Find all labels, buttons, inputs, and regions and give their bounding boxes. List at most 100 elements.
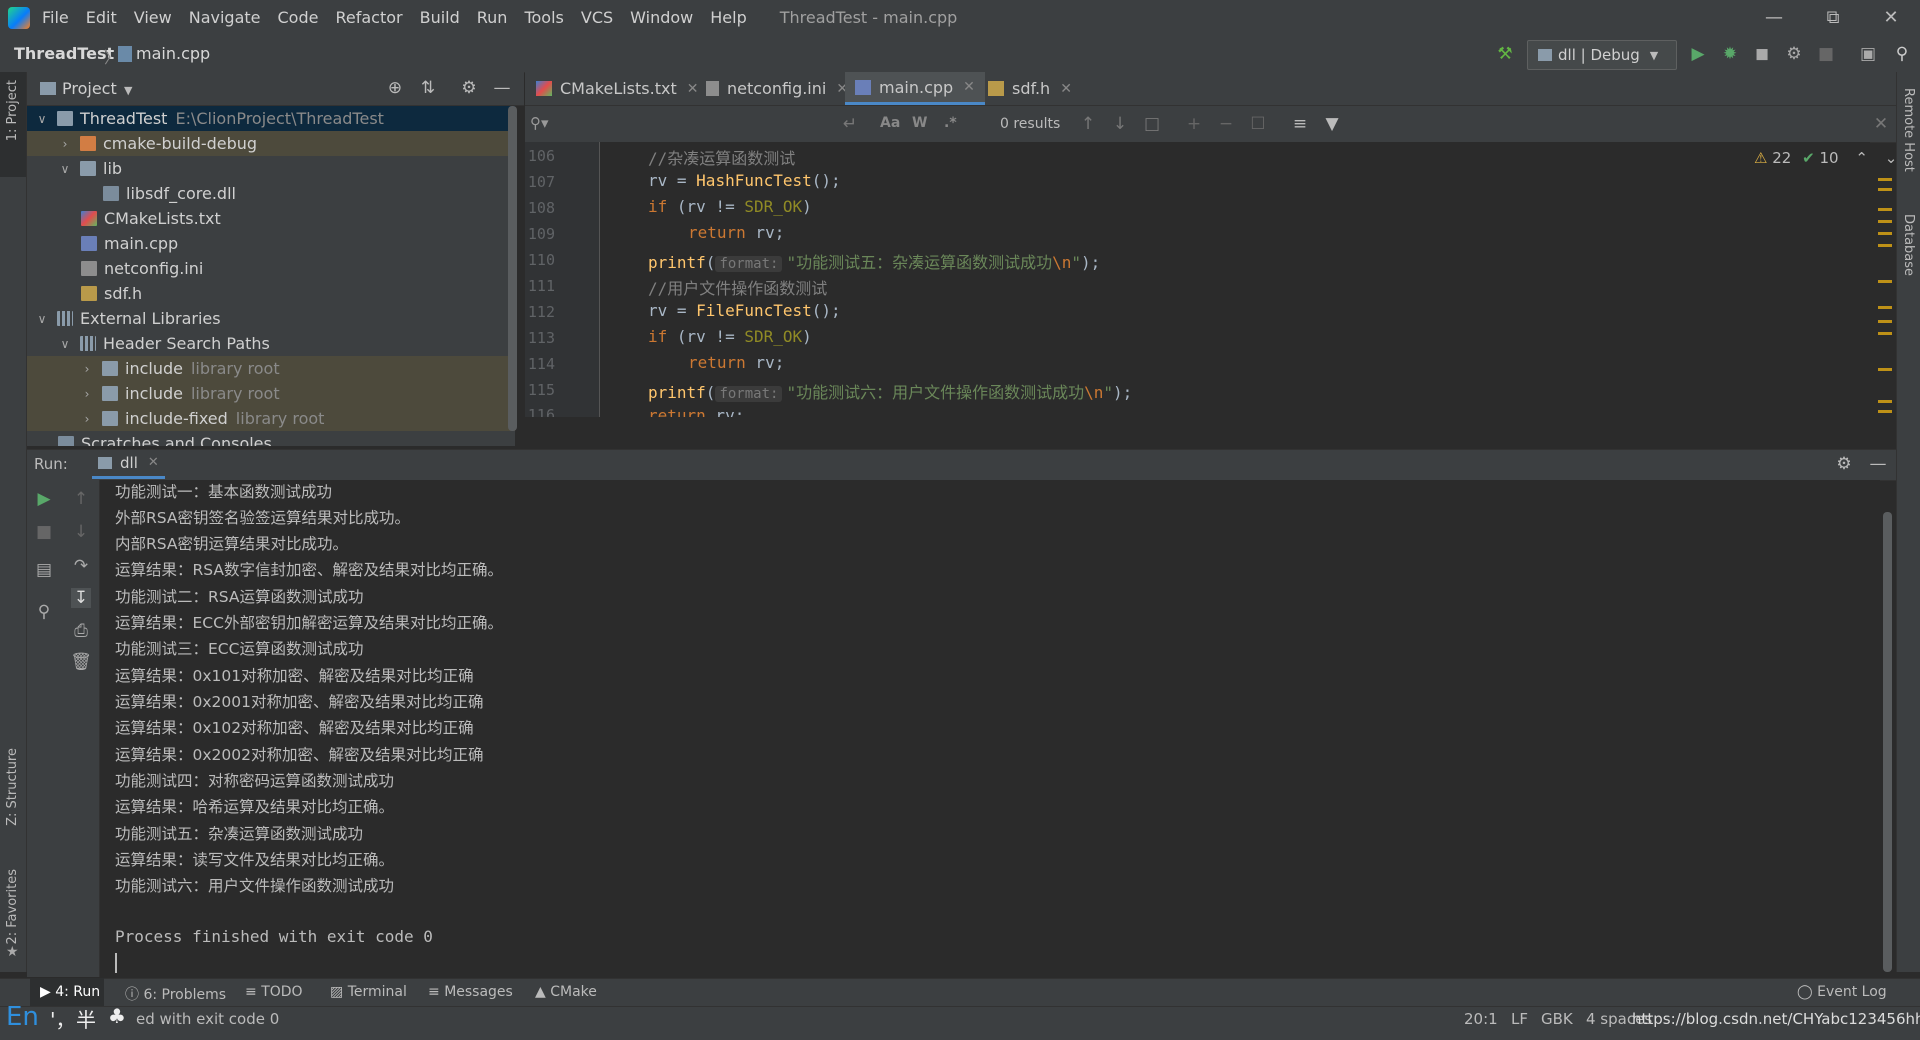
menu-tools[interactable]: Tools [524,8,563,27]
tree-item-sdf-h[interactable]: sdf.h [27,281,515,306]
tree-item-include[interactable]: › include library root [27,381,515,406]
breadcrumb-file[interactable]: main.cpp [136,44,210,63]
ime-halfwidth-indicator[interactable]: 半 [76,1004,96,1033]
remove-occurrence-icon[interactable]: − [1216,114,1236,134]
stop-icon[interactable]: ■ [34,522,54,542]
run-tool-tab[interactable]: ▶ 4: Run [40,984,100,1000]
tree-item-scratches[interactable]: Scratches and Consoles [27,431,515,446]
warning-marker[interactable] [1878,232,1892,235]
regex-toggle[interactable]: .* [944,115,957,131]
tree-item-cmakelists[interactable]: CMakeLists.txt [27,206,515,231]
chevron-down-icon[interactable]: ∨ [58,162,72,176]
new-line-icon[interactable]: ↵ [840,114,860,134]
stop-icon[interactable]: ■ [1816,44,1836,64]
chevron-down-icon[interactable]: ∨ [35,312,49,326]
warning-marker[interactable] [1878,178,1892,181]
favorites-tool-tab[interactable]: 2: Favorites [5,869,20,945]
messages-tool-tab[interactable]: ≡ Messages [428,984,513,1000]
search-icon[interactable]: ⚲▾ [530,114,549,132]
tab-netconfig[interactable]: netconfig.ini ✕ [700,72,854,105]
menu-help[interactable]: Help [710,8,746,27]
hide-icon[interactable]: — [1868,454,1888,474]
tree-item-threadtest[interactable]: ∨ ThreadTest E:\ClionProject\ThreadTest [27,106,515,131]
tree-item-libsdf-core-dll[interactable]: libsdf_core.dll [27,181,515,206]
project-tool-tab[interactable]: 1: Project [5,80,20,141]
run-tab-dll[interactable]: dll ✕ [92,449,165,479]
chevron-right-icon[interactable]: › [58,137,72,151]
filter-options-icon[interactable]: ≡ [1290,114,1310,134]
tab-cmakelists[interactable]: CMakeLists.txt ✕ [530,72,704,105]
chevron-right-icon[interactable]: › [80,362,94,376]
run-icon[interactable]: ▶ [1688,44,1708,64]
trash-icon[interactable]: 🗑 [70,652,92,672]
warning-marker[interactable] [1878,320,1892,323]
tree-item-include[interactable]: › include library root [27,356,515,381]
restore-icon[interactable]: ⧉ [1810,0,1856,35]
warning-marker[interactable] [1878,280,1892,283]
warning-marker[interactable] [1878,244,1892,247]
print-icon[interactable]: ⎙ [71,621,91,641]
ime-english-indicator[interactable]: En [6,1002,39,1032]
line-separator[interactable]: LF [1511,1010,1528,1028]
rerun-icon[interactable]: ▶ [34,489,54,509]
event-log-tab[interactable]: ◯ Event Log [1797,984,1887,1000]
search-everywhere-icon[interactable]: ⚲ [1892,44,1912,64]
match-case-toggle[interactable]: Aa [880,115,900,131]
problems-tool-tab[interactable]: ⓘ 6: Problems [125,984,226,1004]
arrow-down-icon[interactable]: ↓ [1110,114,1130,134]
menu-run[interactable]: Run [477,8,508,27]
filter-icon[interactable]: ▼ [1322,114,1342,134]
console-scrollbar[interactable] [1883,512,1892,972]
tree-item-lib[interactable]: ∨ lib [27,156,515,181]
chevron-down-icon[interactable]: ▼ [124,84,132,97]
warning-marker[interactable] [1878,220,1892,223]
select-all-occurrences-icon[interactable]: ☐ [1248,114,1268,134]
profile-icon[interactable]: ⚙ [1784,44,1804,64]
hide-icon[interactable]: — [492,78,512,98]
chevron-down-icon[interactable]: ∨ [58,337,72,351]
chevron-up-icon[interactable]: ⌃ [1855,149,1868,167]
project-scrollbar[interactable] [508,106,517,431]
layout-icon[interactable]: ▣ [1858,44,1878,64]
whole-word-toggle[interactable]: W [912,115,927,131]
menu-build[interactable]: Build [420,8,460,27]
menu-window[interactable]: Window [630,8,693,27]
tab-main-cpp[interactable]: main.cpp ✕ [845,72,985,105]
arrow-down-icon[interactable]: ↓ [71,522,91,542]
breadcrumb-project[interactable]: ThreadTest [14,44,114,63]
caret-position[interactable]: 20:1 [1464,1010,1498,1028]
menu-file[interactable]: File [42,8,69,27]
warning-marker[interactable] [1878,410,1892,413]
minimize-icon[interactable]: — [1751,0,1797,35]
structure-tool-tab[interactable]: Z: Structure [5,748,20,826]
pin-icon[interactable]: ⚲ [34,602,54,622]
arrow-up-icon[interactable]: ↑ [1078,114,1098,134]
warning-marker[interactable] [1878,332,1892,335]
locate-icon[interactable]: ⊕ [385,78,405,98]
warning-marker[interactable] [1878,208,1892,211]
build-hammer-icon[interactable]: ⚒ [1495,44,1515,64]
run-configuration-select[interactable]: dll | Debug ▼ [1527,40,1677,70]
project-panel-title[interactable]: Project [62,79,117,98]
coverage-icon[interactable]: ◼ [1752,44,1772,64]
menu-code[interactable]: Code [278,8,319,27]
close-icon[interactable]: ✕ [1868,0,1914,35]
database-tool-tab[interactable]: Database [1901,214,1916,276]
todo-tool-tab[interactable]: ≡ TODO [245,984,303,1000]
tree-item-include-fixed[interactable]: › include-fixed library root [27,406,515,431]
debug-icon[interactable]: ✹ [1720,44,1740,64]
restore-layout-icon[interactable]: ▤ [34,560,54,580]
ime-punctuation-indicator[interactable]: '， [50,1004,76,1033]
scroll-to-end-icon[interactable]: ↧ [71,588,91,608]
select-all-icon[interactable]: □ [1142,114,1162,134]
add-occurrence-icon[interactable]: + [1184,114,1204,134]
tree-item-main-cpp[interactable]: main.cpp [27,231,515,256]
close-icon[interactable]: ✕ [687,81,699,97]
warning-marker[interactable] [1878,400,1892,403]
tree-item-netconfig-ini[interactable]: netconfig.ini [27,256,515,281]
close-icon[interactable]: ✕ [148,455,159,470]
tree-item-external-libraries[interactable]: ∨ External Libraries [27,306,515,331]
gear-icon[interactable]: ⚙ [459,78,479,98]
menu-edit[interactable]: Edit [86,8,117,27]
warning-marker[interactable] [1878,306,1892,309]
